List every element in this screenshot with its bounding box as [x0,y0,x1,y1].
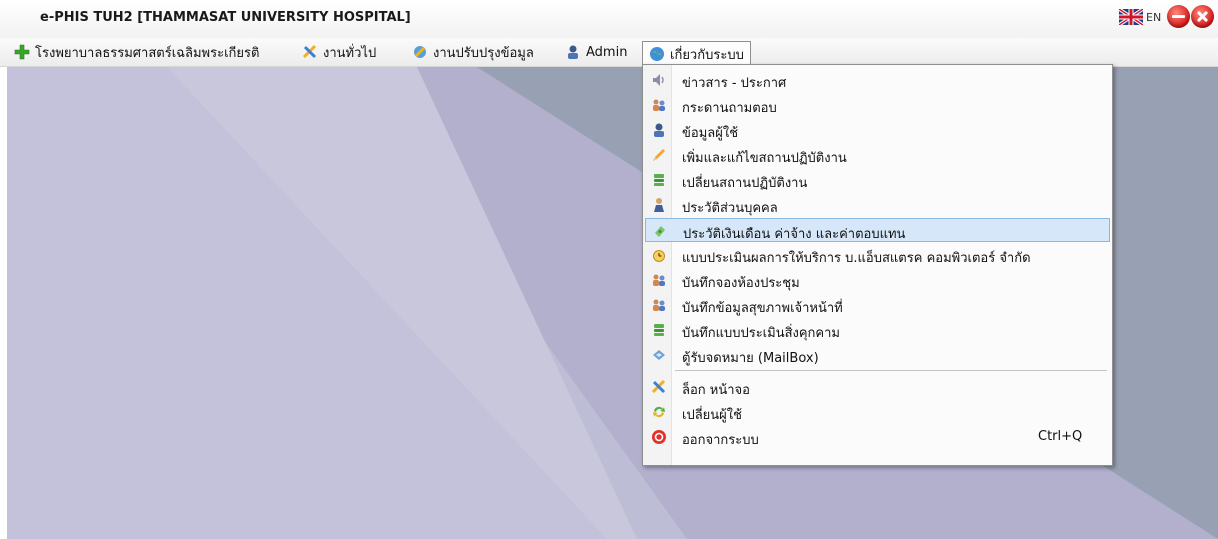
menu-separator [675,370,1107,371]
switch-user-icon [651,404,667,420]
menu-data-update[interactable]: งานปรับปรุงข้อมูล [406,41,540,63]
menu-item-label: ตู้รับจดหมาย (MailBox) [682,351,819,366]
person-icon [651,197,667,213]
menu-item-label: เพิ่มและแก้ไขสถานปฏิบัติงาน [682,151,847,166]
menu-hospital[interactable]: โรงพยาบาลธรรมศาสตร์เฉลิมพระเกียรติ [8,41,265,63]
menu-item-label: เปลี่ยนผู้ใช้ [682,408,742,423]
minimize-button[interactable] [1167,5,1190,28]
menu-item-label: ออกจากระบบ [682,433,759,448]
title-bar: e-PHIS TUH2 [THAMMASAT UNIVERSITY HOSPIT… [0,0,1218,38]
menu-item-service-evaluation[interactable]: แบบประเมินผลการให้บริการ บ.แอ็บสแตรค คอม… [645,243,1110,267]
menu-label: โรงพยาบาลธรรมศาสตร์เฉลิมพระเกียรติ [35,45,260,61]
menu-item-label: บันทึกจองห้องประชุม [682,276,800,291]
logout-shortcut: Ctrl+Q [1038,429,1083,444]
menu-item-label: ประวัติเงินเดือน ค่าจ้าง และค่าตอบแทน [683,227,906,242]
menu-item-salary-history[interactable]: ประวัติเงินเดือน ค่าจ้าง และค่าตอบแทน [645,218,1110,242]
menu-item-label: กระดานถามตอบ [682,101,777,116]
menu-label: Admin [586,44,628,60]
lock-tools-icon [651,379,667,395]
edit-data-icon [412,44,428,60]
menu-item-label: บันทึกแบบประเมินสิ่งคุกคาม [682,326,840,341]
alarm-clock-icon [651,247,667,263]
about-system-dropdown: ข่าวสาร - ประกาศ กระดานถามตอบ ข้อมูลผู้ใ… [642,64,1113,466]
menu-item-switch-user[interactable]: เปลี่ยนผู้ใช้ [645,400,1110,424]
users-icon [651,297,667,313]
menu-item-label: บันทึกข้อมูลสุขภาพเจ้าหน้าที่ [682,301,843,316]
globe-icon [649,46,665,62]
menu-item-label: ล็อก หน้าจอ [682,383,750,398]
menu-item-staff-health[interactable]: บันทึกข้อมูลสุขภาพเจ้าหน้าที่ [645,293,1110,317]
menu-item-qa-board[interactable]: กระดานถามตอบ [645,93,1110,117]
users-icon [651,272,667,288]
menu-item-mailbox[interactable]: ตู้รับจดหมาย (MailBox) [645,343,1110,367]
menu-item-change-workplace[interactable]: เปลี่ยนสถานปฏิบัติงาน [645,168,1110,192]
menu-item-news[interactable]: ข่าวสาร - ประกาศ [645,68,1110,92]
pencil-icon [651,147,667,163]
menu-label: เกี่ยวกับระบบ [670,47,744,63]
menu-item-label: แบบประเมินผลการให้บริการ บ.แอ็บสแตรค คอม… [682,251,1031,266]
menu-item-label: เปลี่ยนสถานปฏิบัติงาน [682,176,808,191]
menu-about-system[interactable]: เกี่ยวกับระบบ [642,41,751,66]
user-icon [651,122,667,138]
menu-admin[interactable]: Admin [559,41,633,63]
speaker-icon [651,72,667,88]
menu-bar: โรงพยาบาลธรรมศาสตร์เฉลิมพระเกียรติ งานทั… [0,38,1218,67]
stack-icon [651,172,667,188]
app-title: e-PHIS TUH2 [THAMMASAT UNIVERSITY HOSPIT… [40,10,411,25]
tools-icon [302,44,318,60]
exit-icon [651,429,667,445]
uk-flag-icon[interactable] [1119,9,1143,25]
menu-item-meeting-booking[interactable]: บันทึกจองห้องประชุม [645,268,1110,292]
menu-label: งานทั่วไป [323,45,377,61]
users-icon [651,97,667,113]
green-plus-icon [14,44,30,60]
menu-item-label: ข่าวสาร - ประกาศ [682,76,787,91]
admin-user-icon [565,44,581,60]
language-label[interactable]: EN [1146,11,1161,24]
menu-item-edit-workplace[interactable]: เพิ่มและแก้ไขสถานปฏิบัติงาน [645,143,1110,167]
menu-item-personal-history[interactable]: ประวัติส่วนบุคคล [645,193,1110,217]
menu-label: งานปรับปรุงข้อมูล [433,45,534,61]
menu-item-lock-screen[interactable]: ล็อก หน้าจอ [645,375,1110,399]
mailbox-icon [651,347,667,363]
close-button[interactable] [1191,5,1214,28]
menu-item-threat-assessment[interactable]: บันทึกแบบประเมินสิ่งคุกคาม [645,318,1110,342]
menu-general[interactable]: งานทั่วไป [296,41,382,63]
stack-icon [651,322,667,338]
menu-item-logout[interactable]: ออกจากระบบ Ctrl+Q [645,425,1110,449]
menu-item-label: ข้อมูลผู้ใช้ [682,126,739,141]
money-icon [652,223,668,239]
menu-item-user-info[interactable]: ข้อมูลผู้ใช้ [645,118,1110,142]
menu-item-label: ประวัติส่วนบุคคล [682,201,778,216]
